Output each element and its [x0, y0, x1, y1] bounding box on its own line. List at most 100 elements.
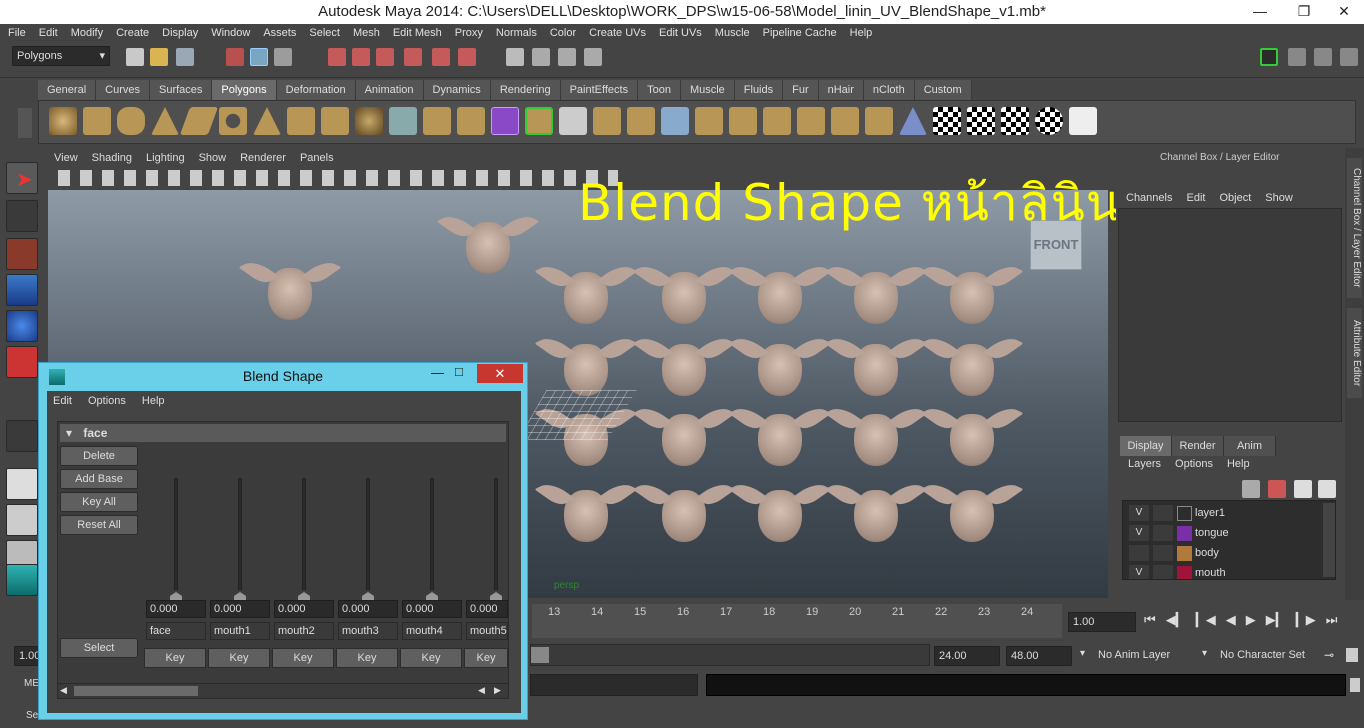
layer-menu-help[interactable]: Help: [1227, 458, 1250, 470]
reset-all-button[interactable]: Reset All: [60, 515, 138, 535]
attribute-editor-icon[interactable]: [1288, 48, 1306, 66]
bevel-icon[interactable]: [763, 107, 791, 135]
combine-icon[interactable]: [389, 107, 417, 135]
scroll-right-icon[interactable]: ▶: [494, 685, 501, 696]
head-model[interactable]: [854, 414, 898, 466]
layout-toggle-icon[interactable]: [1260, 48, 1278, 66]
magnet-icon[interactable]: [458, 48, 476, 66]
bs-menu-edit[interactable]: Edit: [53, 395, 72, 407]
shelf-tab-general[interactable]: General: [38, 80, 97, 100]
render-view-icon[interactable]: [506, 48, 524, 66]
chevron-down-icon[interactable]: ▾: [1080, 648, 1085, 659]
channel-menu-channels[interactable]: Channels: [1126, 192, 1172, 204]
minimize-button[interactable]: —: [1240, 0, 1280, 22]
mode-dropdown[interactable]: Polygons ▾: [12, 46, 110, 66]
append-icon[interactable]: [593, 107, 621, 135]
head-model[interactable]: [950, 272, 994, 324]
render-icon[interactable]: [532, 48, 550, 66]
target-name-field[interactable]: mouth2: [274, 622, 334, 640]
layer-color-swatch[interactable]: [1177, 546, 1192, 561]
step-forward-key-icon[interactable]: ▎▶: [1296, 612, 1316, 628]
select-button[interactable]: Select: [60, 638, 138, 658]
layer-visibility-toggle[interactable]: V: [1129, 505, 1149, 521]
shelf-menu-icon[interactable]: [18, 108, 32, 138]
key-button[interactable]: Key: [336, 648, 398, 668]
key-icon[interactable]: ⊸: [1324, 648, 1334, 662]
menu-edit-uvs[interactable]: Edit UVs: [659, 27, 702, 39]
side-tab-channel-box[interactable]: Channel Box / Layer Editor: [1347, 158, 1362, 298]
poly-cone-icon[interactable]: [151, 107, 179, 135]
channel-box-icon[interactable]: [1340, 48, 1358, 66]
head-model[interactable]: [950, 490, 994, 542]
shelf-tab-ncloth[interactable]: nCloth: [863, 80, 915, 100]
render-settings-icon[interactable]: [584, 48, 602, 66]
poly-plane-icon[interactable]: [179, 107, 219, 135]
menu-display[interactable]: Display: [162, 27, 198, 39]
key-all-button[interactable]: Key All: [60, 492, 138, 512]
poly-cube-icon[interactable]: [83, 107, 111, 135]
scroll-left-icon[interactable]: ◀: [60, 685, 67, 696]
head-model[interactable]: [268, 268, 312, 320]
smooth-proxy-icon[interactable]: [491, 107, 519, 135]
target-name-field[interactable]: face: [146, 622, 206, 640]
key-button[interactable]: Key: [272, 648, 334, 668]
weight-value-field[interactable]: 0.000: [402, 600, 462, 618]
shelf-tab-nhair[interactable]: nHair: [818, 80, 864, 100]
range-slider[interactable]: [530, 644, 930, 666]
menu-modify[interactable]: Modify: [71, 27, 103, 39]
bridge-icon[interactable]: [559, 107, 587, 135]
panel-menu-show[interactable]: Show: [199, 152, 227, 164]
panel-menu-panels[interactable]: Panels: [300, 152, 334, 164]
panel-menu-renderer[interactable]: Renderer: [240, 152, 286, 164]
side-tab-attribute-editor[interactable]: Attribute Editor: [1347, 308, 1362, 398]
bs-menu-help[interactable]: Help: [142, 395, 165, 407]
spherical-map-icon[interactable]: [1001, 107, 1029, 135]
head-model[interactable]: [564, 344, 608, 396]
layer-options-icon[interactable]: [1294, 480, 1312, 498]
tool-settings-icon[interactable]: [1314, 48, 1332, 66]
playback-end-field[interactable]: 48.00: [1006, 646, 1072, 666]
play-backward-icon[interactable]: ◀: [1226, 612, 1236, 628]
close-button[interactable]: ✕: [1324, 0, 1364, 22]
menu-mesh[interactable]: Mesh: [353, 27, 380, 39]
collapse-triangle-icon[interactable]: ▾: [66, 426, 72, 440]
shelf-tab-fur[interactable]: Fur: [783, 80, 819, 100]
open-scene-icon[interactable]: [150, 48, 168, 66]
step-forward-frame-icon[interactable]: ▶▎: [1266, 612, 1286, 628]
weight-slider[interactable]: [302, 478, 306, 590]
menu-proxy[interactable]: Proxy: [455, 27, 483, 39]
weight-slider[interactable]: [174, 478, 178, 590]
merge-icon[interactable]: [729, 107, 757, 135]
menu-create[interactable]: Create: [116, 27, 149, 39]
four-pane-layout-icon[interactable]: [6, 504, 38, 536]
layer-playback-toggle[interactable]: [1153, 545, 1173, 561]
head-model[interactable]: [854, 344, 898, 396]
channel-box-area[interactable]: [1118, 208, 1342, 422]
layer-settings-icon[interactable]: [1318, 480, 1336, 498]
menu-muscle[interactable]: Muscle: [715, 27, 750, 39]
menu-edit-mesh[interactable]: Edit Mesh: [393, 27, 442, 39]
separate-icon[interactable]: [423, 107, 451, 135]
key-button[interactable]: Key: [208, 648, 270, 668]
layer-playback-toggle[interactable]: [1153, 505, 1173, 521]
menu-select[interactable]: Select: [309, 27, 340, 39]
target-name-field[interactable]: mouth3: [338, 622, 398, 640]
range-slider-handle[interactable]: [531, 647, 549, 663]
panel-toolbar-icons[interactable]: [58, 170, 618, 186]
poly-pipe-icon[interactable]: [287, 107, 315, 135]
snap-plane-icon[interactable]: [404, 48, 422, 66]
ipr-render-icon[interactable]: [558, 48, 576, 66]
poly-cylinder-icon[interactable]: [117, 107, 145, 135]
save-scene-icon[interactable]: [176, 48, 194, 66]
menu-edit[interactable]: Edit: [39, 27, 58, 39]
weight-slider[interactable]: [238, 478, 242, 590]
shelf-tab-deformation[interactable]: Deformation: [276, 80, 356, 100]
layer-visibility-toggle[interactable]: [1129, 545, 1149, 561]
chevron-down-icon[interactable]: ▾: [1202, 648, 1207, 659]
play-forward-icon[interactable]: ▶: [1246, 612, 1256, 628]
automatic-map-icon[interactable]: [1035, 107, 1063, 135]
bs-close-button[interactable]: ✕: [477, 364, 523, 383]
weight-slider[interactable]: [494, 478, 498, 590]
preferences-icon[interactable]: [1346, 648, 1358, 662]
select-component-icon[interactable]: [274, 48, 292, 66]
